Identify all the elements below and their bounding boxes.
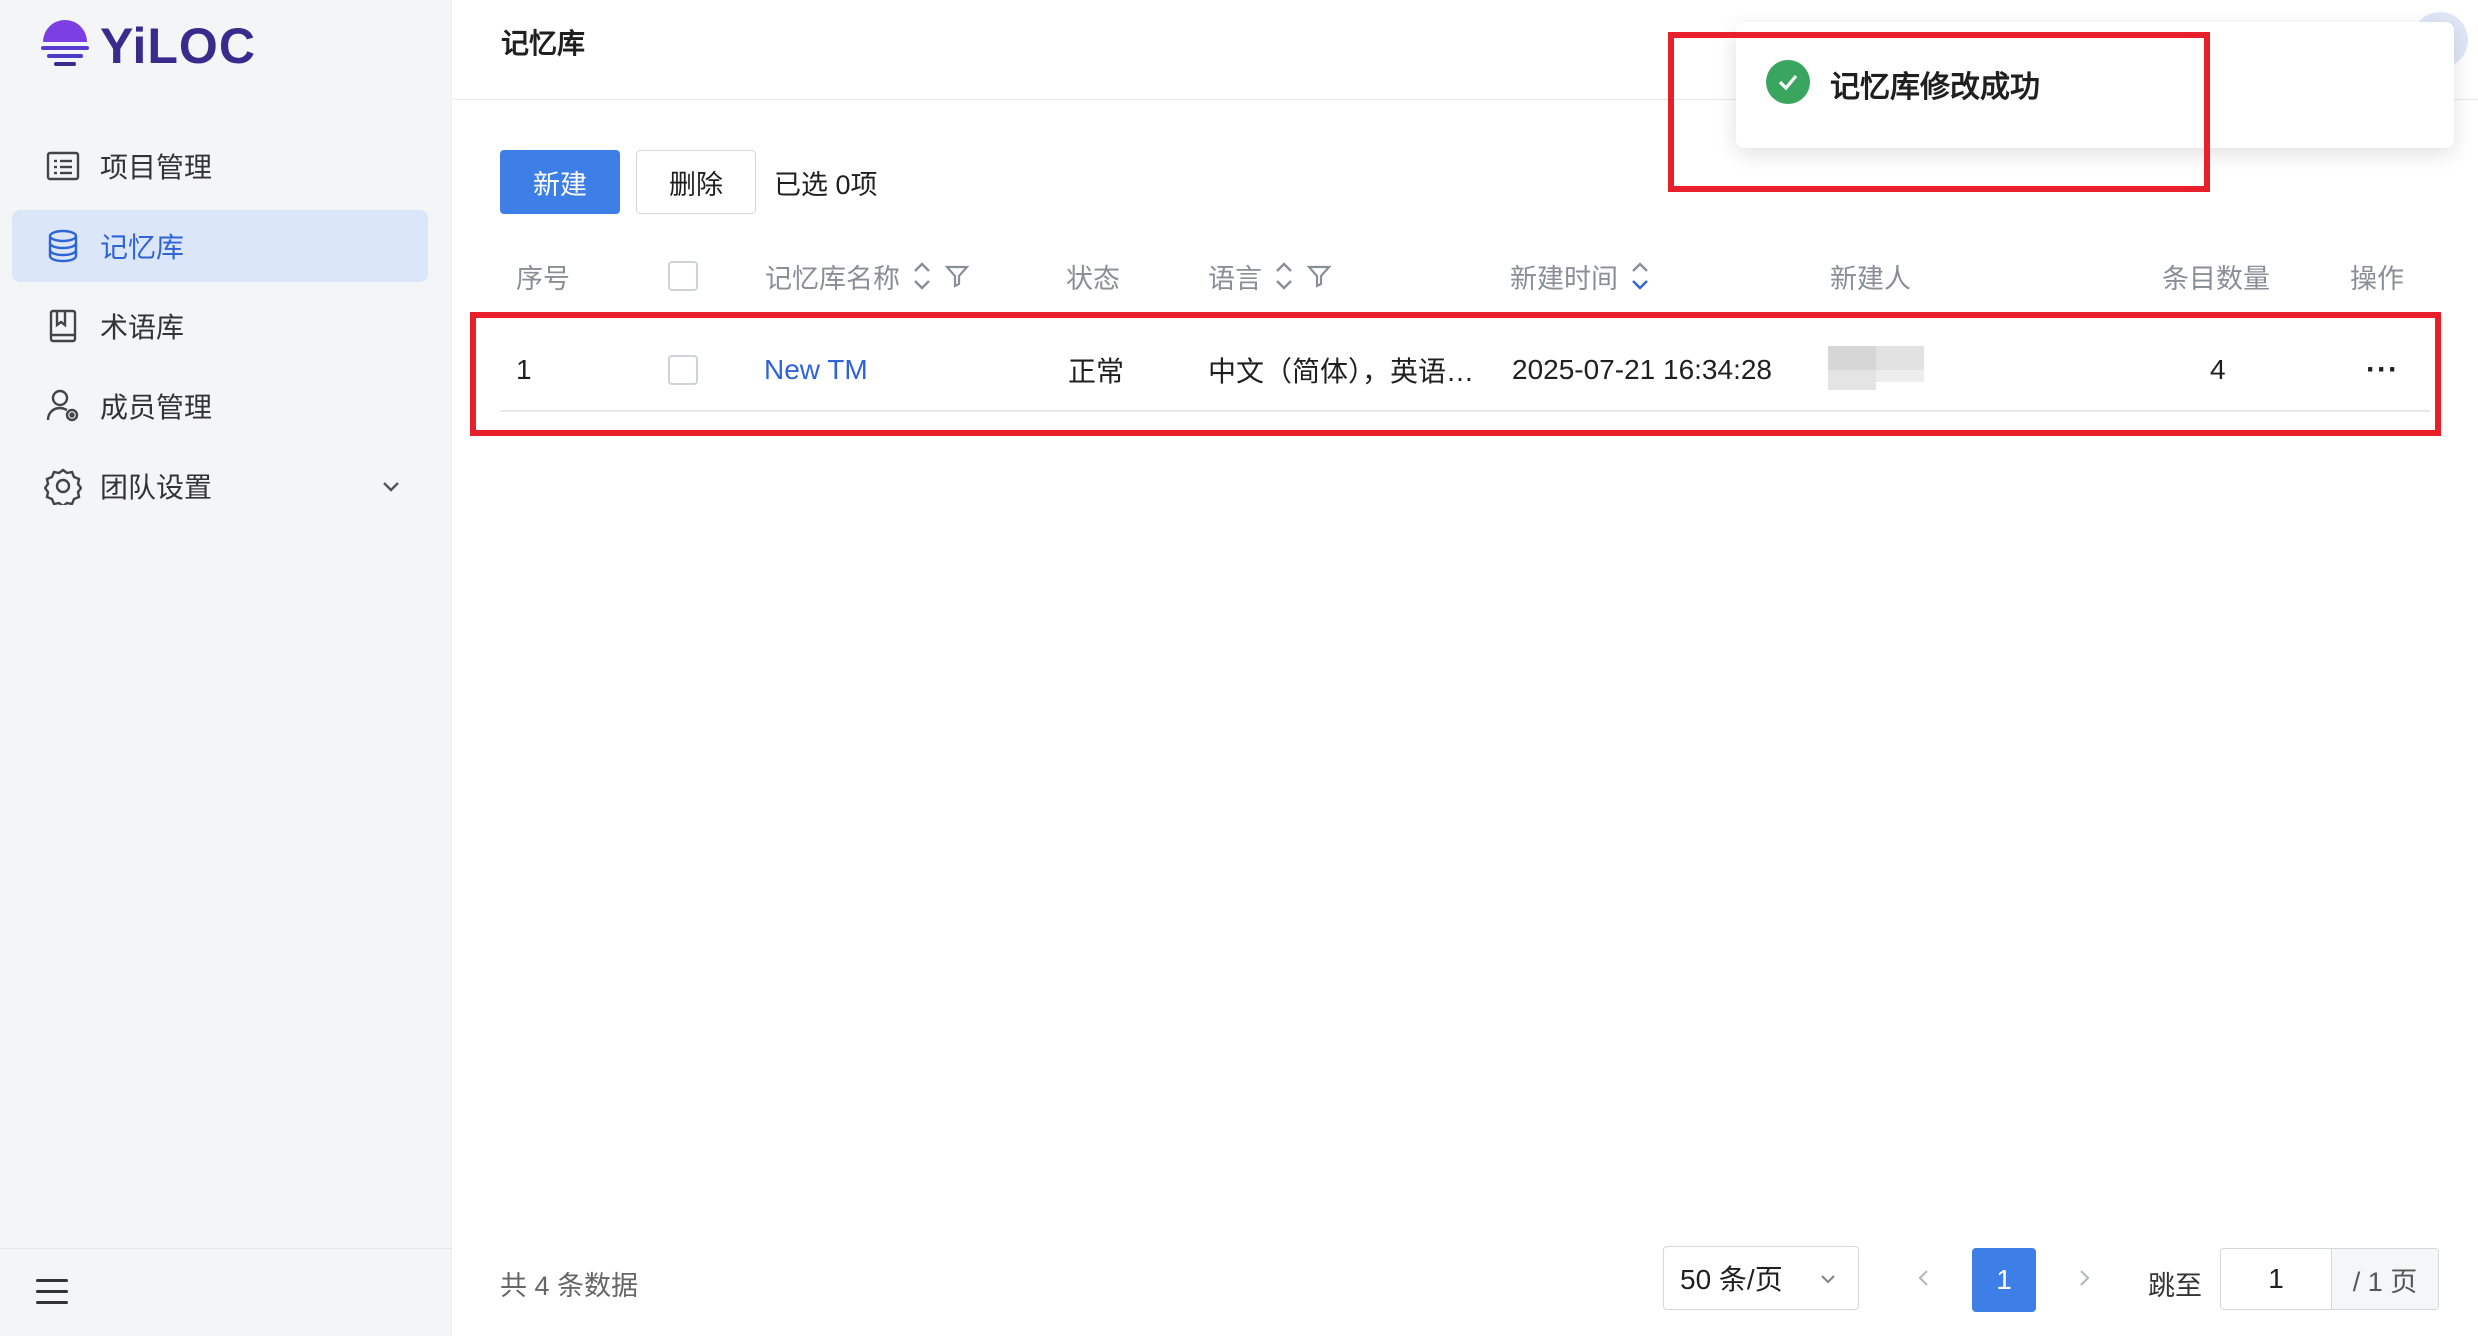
- total-pages: / 1 页: [2331, 1248, 2439, 1310]
- sidebar-footer: [0, 1248, 452, 1336]
- list-icon: [44, 147, 82, 185]
- delete-button[interactable]: 删除: [636, 150, 756, 214]
- brand-logo[interactable]: YiLOC: [38, 16, 256, 76]
- prev-page-icon[interactable]: [1904, 1258, 1944, 1298]
- sidebar-item-label: 记忆库: [100, 232, 185, 263]
- sidebar-item-termbase[interactable]: 术语库: [12, 290, 428, 362]
- column-header-actions: 操作: [2350, 245, 2404, 307]
- logo-icon: [41, 20, 89, 66]
- user-settings-icon: [44, 387, 82, 425]
- sort-icon[interactable]: [1628, 256, 1652, 296]
- filter-icon[interactable]: [1306, 263, 1332, 289]
- column-label: 语言: [1208, 263, 1262, 294]
- chevron-down-icon[interactable]: [376, 471, 406, 501]
- column-header-language[interactable]: 语言: [1208, 245, 1332, 307]
- new-button[interactable]: 新建: [500, 150, 620, 214]
- next-page-icon[interactable]: [2064, 1258, 2104, 1298]
- sidebar: YiLOC 项目管理 记忆库 术语库 成员管理 团队设置: [0, 0, 452, 1336]
- column-label: 条目数量: [2162, 263, 2270, 294]
- column-label: 记忆库名称: [765, 263, 900, 294]
- column-header-count: 条目数量: [2162, 245, 2270, 307]
- sidebar-item-team-settings[interactable]: 团队设置: [12, 450, 428, 522]
- column-header-name[interactable]: 记忆库名称: [765, 245, 970, 307]
- column-label: 新建人: [1830, 263, 1911, 294]
- filter-icon[interactable]: [944, 263, 970, 289]
- sidebar-item-members[interactable]: 成员管理: [12, 370, 428, 442]
- highlight-box-row: [470, 312, 2441, 436]
- column-header-created-at[interactable]: 新建时间: [1510, 245, 1652, 307]
- sidebar-nav: 项目管理 记忆库 术语库 成员管理 团队设置: [12, 130, 428, 530]
- page-size-value: 50 条/页: [1680, 1264, 1783, 1295]
- database-icon: [44, 227, 82, 265]
- page-title: 记忆库: [501, 28, 586, 59]
- highlight-box-toast: [1668, 32, 2210, 192]
- page-button-current[interactable]: 1: [1972, 1248, 2036, 1312]
- jump-label: 跳至: [2148, 1271, 2202, 1301]
- column-label: 新建时间: [1510, 263, 1618, 294]
- sidebar-item-memory[interactable]: 记忆库: [12, 210, 428, 282]
- column-header-select: [668, 245, 698, 307]
- column-header-status: 状态: [1066, 245, 1120, 307]
- brand-name: YiLOC: [100, 18, 256, 74]
- page-size-select[interactable]: 50 条/页: [1663, 1246, 1859, 1310]
- jump-page-input[interactable]: [2220, 1248, 2332, 1310]
- table-header: 序号 记忆库名称 状态 语言 新建时间 新建人 条目数量 操作: [500, 245, 2430, 307]
- chevron-down-icon: [1821, 1275, 1835, 1284]
- sidebar-item-projects[interactable]: 项目管理: [12, 130, 428, 202]
- sidebar-item-label: 项目管理: [100, 152, 213, 183]
- sidebar-item-label: 术语库: [100, 312, 185, 343]
- column-header-index: 序号: [516, 245, 570, 307]
- sidebar-item-label: 成员管理: [100, 392, 213, 423]
- selected-count: 已选 0项: [774, 169, 878, 200]
- sidebar-item-label: 团队设置: [100, 472, 213, 503]
- column-label: 操作: [2350, 263, 2404, 294]
- menu-toggle-icon[interactable]: [36, 1279, 68, 1307]
- column-label: 序号: [516, 263, 570, 294]
- column-header-creator: 新建人: [1830, 245, 1911, 307]
- gear-icon: [44, 467, 82, 505]
- select-all-checkbox[interactable]: [668, 261, 698, 291]
- toolbar: 新建 删除 已选 0项: [500, 150, 878, 214]
- column-label: 状态: [1066, 263, 1120, 294]
- total-count: 共 4 条数据: [500, 1271, 639, 1301]
- pagination-bar: 共 4 条数据 50 条/页 1 跳至 / 1 页: [500, 1246, 2440, 1316]
- book-icon: [44, 307, 82, 345]
- sort-icon[interactable]: [1272, 256, 1296, 296]
- sort-icon[interactable]: [910, 256, 934, 296]
